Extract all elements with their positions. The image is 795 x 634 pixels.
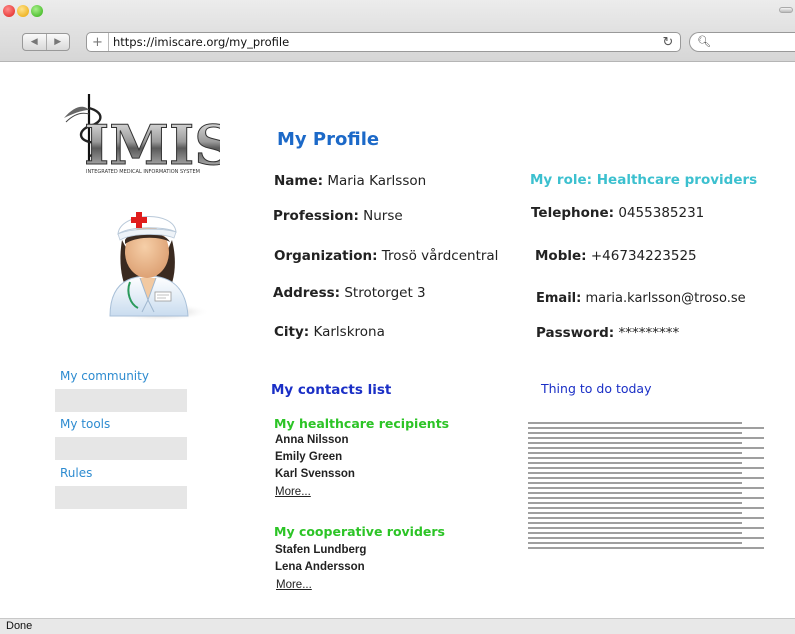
recipient-item[interactable]: Emily Green <box>275 451 342 463</box>
recipient-item[interactable]: Anna Nilsson <box>275 434 348 446</box>
close-window-button[interactable] <box>3 5 15 17</box>
logo-tagline: INTEGRATED MEDICAL INFORMATION SYSTEM <box>86 169 200 175</box>
profile-mobile: Moble: +46734223525 <box>535 248 697 264</box>
mobile-value: +46734223525 <box>590 248 697 264</box>
profile-password: Password: ********* <box>536 325 679 341</box>
sidebar-bar-my-community <box>55 389 187 412</box>
providers-title: My cooperative roviders <box>274 524 446 539</box>
city-label: City: <box>274 324 310 340</box>
sidebar-item-rules[interactable]: Rules <box>60 466 92 480</box>
minimize-window-button[interactable] <box>17 5 29 17</box>
search-field[interactable]: 🔍︎ <box>689 32 795 52</box>
providers-more-link[interactable]: More... <box>276 579 312 591</box>
reload-icon[interactable]: ↻ <box>656 35 680 50</box>
recipient-item[interactable]: Karl Svensson <box>275 468 355 480</box>
profile-address: Address: Strotorget 3 <box>273 285 426 301</box>
status-text: Done <box>6 620 33 632</box>
telephone-label: Telephone: <box>531 205 615 221</box>
profile-organization: Organization: Trosö vårdcentral <box>274 248 498 264</box>
status-bar: Done <box>0 618 795 634</box>
imis-logo: IMIS INTEGRATED MEDICAL INFORMATION SYST… <box>64 94 220 178</box>
organization-value: Trosö vårdcentral <box>381 248 499 264</box>
recipients-title: My healthcare recipients <box>274 416 450 431</box>
email-value: maria.karlsson@troso.se <box>585 291 746 306</box>
back-button[interactable]: ◀ <box>23 34 46 50</box>
password-value: ********* <box>618 325 680 341</box>
profile-name: Name: Maria Karlsson <box>274 173 426 189</box>
logo-letters: IMIS <box>84 113 220 177</box>
url-text[interactable]: https://imiscare.org/my_profile <box>109 35 656 49</box>
name-label: Name: <box>274 173 324 189</box>
password-label: Password: <box>536 325 615 341</box>
city-value: Karlskrona <box>313 324 385 340</box>
profile-profession: Profession: Nurse <box>273 208 403 224</box>
toolbar-toggle-button[interactable] <box>779 7 793 13</box>
name-value: Maria Karlsson <box>327 173 427 189</box>
nurse-avatar <box>109 212 210 321</box>
address-bar[interactable]: + https://imiscare.org/my_profile ↻ <box>86 32 681 52</box>
mobile-label: Moble: <box>535 248 587 264</box>
profile-city: City: Karlskrona <box>274 324 385 340</box>
contacts-title: My contacts list <box>271 382 392 398</box>
address-label: Address: <box>273 285 341 301</box>
recipients-more-link[interactable]: More... <box>275 486 311 498</box>
forward-button[interactable]: ▶ <box>45 34 70 50</box>
organization-label: Organization: <box>274 248 378 264</box>
page-title: My Profile <box>277 129 380 150</box>
sidebar-item-my-community[interactable]: My community <box>60 369 149 383</box>
sidebar-bar-my-tools <box>55 437 187 460</box>
search-icon: 🔍︎ <box>697 35 711 48</box>
profile-email: Email: maria.karlsson@troso.se <box>536 291 746 306</box>
browser-toolbar: ◀ ▶ + https://imiscare.org/my_profile ↻ … <box>0 0 795 62</box>
profession-value: Nurse <box>363 208 403 224</box>
address-value: Strotorget 3 <box>344 285 426 301</box>
role-heading: My role: Healthcare providers <box>530 172 758 188</box>
provider-item[interactable]: Lena Andersson <box>275 561 365 573</box>
profession-label: Profession: <box>273 208 359 224</box>
provider-item[interactable]: Stafen Lundberg <box>275 544 366 556</box>
sidebar-item-my-tools[interactable]: My tools <box>60 417 110 431</box>
telephone-value: 0455385231 <box>618 205 705 221</box>
history-nav-buttons: ◀ ▶ <box>22 33 70 51</box>
zoom-window-button[interactable] <box>31 5 43 17</box>
todo-title: Thing to do today <box>541 381 652 396</box>
todo-lines[interactable] <box>528 421 768 553</box>
profile-telephone: Telephone: 0455385231 <box>531 205 704 221</box>
sidebar-bar-rules <box>55 486 187 509</box>
add-bookmark-icon[interactable]: + <box>87 33 109 51</box>
email-label: Email: <box>536 291 582 306</box>
